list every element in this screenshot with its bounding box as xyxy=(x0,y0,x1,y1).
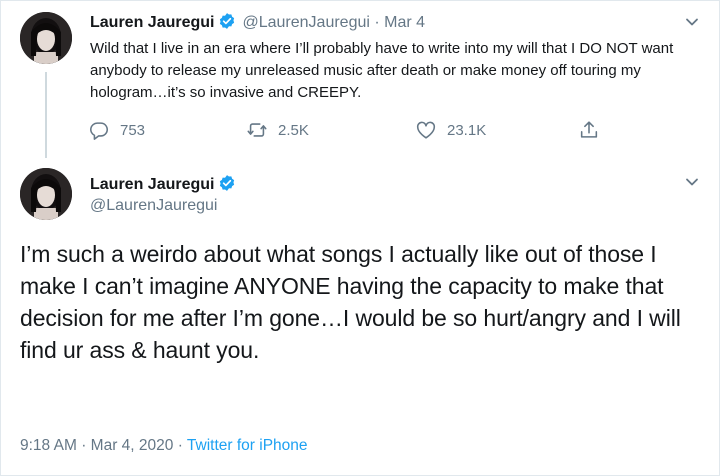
verified-badge-icon xyxy=(218,12,236,35)
display-name[interactable]: Lauren Jauregui xyxy=(90,176,214,193)
tweet-date[interactable]: Mar 4 xyxy=(384,14,425,31)
display-name[interactable]: Lauren Jauregui xyxy=(90,14,214,31)
reply-button[interactable]: 753 xyxy=(88,119,145,141)
tweet-text: I’m such a weirdo about what songs I act… xyxy=(20,241,681,363)
like-count: 23.1K xyxy=(447,121,487,139)
tweet-text: Wild that I live in an era where I’ll pr… xyxy=(90,40,674,101)
share-icon xyxy=(580,121,598,138)
tweet1-header: Lauren Jauregui @LaurenJauregui · Mar 4 xyxy=(90,12,425,35)
tweet-source-link[interactable]: Twitter for iPhone xyxy=(187,437,308,454)
heart-icon xyxy=(416,121,436,139)
retweet-icon xyxy=(247,123,267,137)
user-handle[interactable]: @LaurenJauregui xyxy=(242,14,369,31)
retweet-button[interactable]: 2.5K xyxy=(246,119,309,141)
tweet-time[interactable]: 9:18 AM xyxy=(20,437,77,454)
avatar[interactable] xyxy=(20,168,72,220)
verified-badge-icon xyxy=(218,174,236,197)
thread-line xyxy=(45,72,47,158)
reply-icon xyxy=(90,122,109,140)
avatar[interactable] xyxy=(20,12,72,64)
separator: · xyxy=(81,437,87,454)
tweet2-name-row: Lauren Jauregui xyxy=(90,174,236,197)
reply-count: 753 xyxy=(120,121,146,139)
user-handle[interactable]: @LaurenJauregui xyxy=(90,197,217,215)
tweet-meta: 9:18 AM · Mar 4, 2020 · Twitter for iPho… xyxy=(20,437,308,455)
tweet-date[interactable]: Mar 4, 2020 xyxy=(91,437,174,454)
action-bar: 753 2.5K 23.1K xyxy=(88,119,608,141)
separator: · xyxy=(374,14,380,31)
separator: · xyxy=(177,437,183,454)
retweet-count: 2.5K xyxy=(278,121,309,139)
share-button[interactable] xyxy=(578,119,600,141)
chevron-down-icon[interactable] xyxy=(682,172,702,192)
like-button[interactable]: 23.1K xyxy=(415,119,486,141)
chevron-down-icon[interactable] xyxy=(682,12,702,32)
